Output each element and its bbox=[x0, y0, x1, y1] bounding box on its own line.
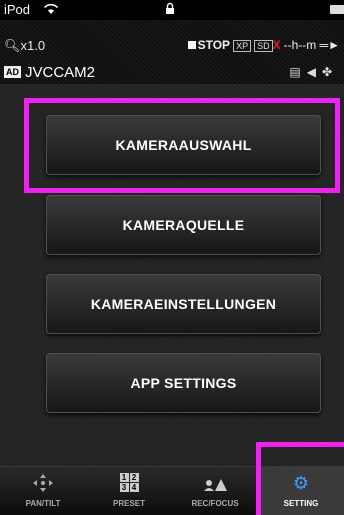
ad-badge: AD bbox=[4, 66, 21, 78]
camera-name: JVCCAM2 bbox=[25, 64, 96, 81]
tab-label: PRESET bbox=[112, 499, 145, 508]
tab-label: REC/FOCUS bbox=[191, 499, 239, 508]
zoom-icon: 🔍︎ bbox=[4, 38, 21, 53]
battery-icon bbox=[330, 5, 344, 14]
tab-rec-focus[interactable]: REC/FOCUS bbox=[172, 467, 258, 515]
crosshair-icon: ✤ bbox=[321, 65, 338, 79]
tab-preset[interactable]: 1234 PRESET bbox=[86, 467, 172, 515]
rec-status-text: STOP bbox=[197, 38, 231, 52]
preset-digit: 4 bbox=[129, 483, 139, 492]
camera-info-bar: 🔍︎x1.0 STOP XP SD X --h--m ═► AD JVCCAM2 ▤◀✤ bbox=[0, 20, 344, 84]
kameraeinstellungen-button[interactable]: KAMERAEINSTELLUNGEN bbox=[46, 274, 321, 334]
film-icon: ▤ bbox=[289, 65, 307, 79]
plug-icon: ═► bbox=[319, 38, 340, 52]
highlight-box-kameraauswahl bbox=[24, 98, 340, 193]
speaker-icon: ◀ bbox=[306, 65, 322, 79]
status-bar: iPod bbox=[0, 0, 344, 20]
zoom-value: x1.0 bbox=[20, 38, 46, 53]
kameraquelle-button[interactable]: KAMERAQUELLE bbox=[46, 195, 321, 255]
app-settings-button[interactable]: APP SETTINGS bbox=[46, 353, 321, 413]
preset-digit: 3 bbox=[119, 483, 129, 492]
preset-grid-icon: 1234 bbox=[119, 473, 139, 492]
tab-pan-tilt[interactable]: PAN/TILT bbox=[0, 467, 86, 515]
preset-digit: 2 bbox=[129, 473, 139, 482]
timecode: --h--m bbox=[283, 38, 317, 52]
stop-icon bbox=[187, 41, 196, 49]
camera-name-row: AD JVCCAM2 bbox=[4, 64, 95, 81]
lock-icon bbox=[165, 2, 175, 18]
pan-tilt-icon bbox=[0, 473, 86, 493]
status-icons: ▤◀✤ bbox=[289, 65, 338, 79]
carrier-label: iPod bbox=[4, 2, 31, 17]
format-badge: XP bbox=[233, 40, 252, 52]
tab-label: PAN/TILT bbox=[25, 499, 61, 508]
record-status: STOP XP SD X --h--m ═► bbox=[187, 38, 340, 52]
highlight-box-setting-tab bbox=[256, 442, 344, 515]
wifi-icon bbox=[43, 3, 59, 18]
preset-digit: 1 bbox=[119, 473, 129, 482]
sd-error-mark: X bbox=[272, 38, 281, 52]
sd-badge: SD bbox=[254, 40, 273, 52]
zoom-indicator: 🔍︎x1.0 bbox=[4, 38, 45, 54]
rec-focus-icon bbox=[172, 473, 258, 493]
